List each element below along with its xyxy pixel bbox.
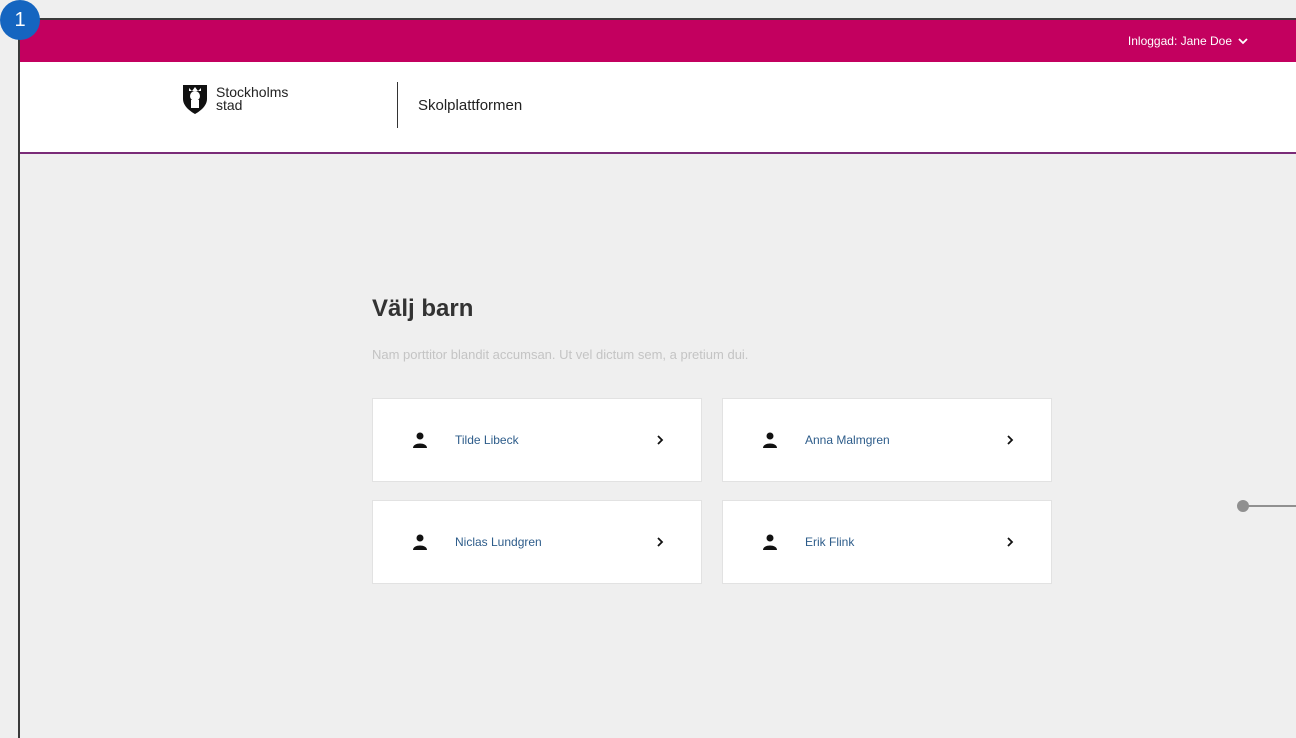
callout-line — [1246, 505, 1296, 507]
child-card[interactable]: Tilde Libeck — [372, 398, 702, 482]
logo-line-2: stad — [216, 97, 243, 113]
person-icon — [413, 534, 427, 550]
child-card[interactable]: Niclas Lundgren — [372, 500, 702, 584]
user-menu-label: Inloggad: Jane Doe — [1127, 34, 1232, 48]
child-name: Niclas Lundgren — [455, 535, 542, 549]
child-name: Erik Flink — [805, 535, 855, 549]
child-card[interactable]: Anna Malmgren — [722, 398, 1052, 482]
browser-frame: Inloggad: Jane Doe Stockholms stad Skolp… — [18, 18, 1296, 738]
chevron-right-icon — [1007, 435, 1014, 445]
site-header: Stockholms stad Skolplattformen — [20, 62, 1296, 154]
top-bar: Inloggad: Jane Doe — [20, 20, 1296, 62]
app-name: Skolplattformen — [418, 97, 523, 114]
children-grid: Tilde Libeck Anna Malmgren Niclas Lundgr… — [372, 398, 1072, 584]
annotation-badge: 1 — [0, 0, 40, 40]
page-title: Välj barn — [372, 295, 474, 322]
child-name: Anna Malmgren — [805, 433, 890, 447]
person-icon — [413, 432, 427, 448]
logo-text: Stockholms stad — [216, 85, 288, 113]
chevron-right-icon — [657, 435, 664, 445]
stockholms-stad-logo[interactable]: Stockholms stad — [180, 82, 288, 116]
child-name: Tilde Libeck — [455, 433, 519, 447]
page-subtitle: Nam porttitor blandit accumsan. Ut vel d… — [372, 347, 749, 362]
header-divider — [397, 82, 398, 128]
chevron-down-icon — [1238, 37, 1248, 44]
chevron-right-icon — [1007, 537, 1014, 547]
chevron-right-icon — [657, 537, 664, 547]
person-icon — [763, 432, 777, 448]
main-content: Välj barn Nam porttitor blandit accumsan… — [372, 295, 1072, 584]
user-menu[interactable]: Inloggad: Jane Doe — [1128, 20, 1248, 62]
child-card[interactable]: Erik Flink — [722, 500, 1052, 584]
coat-of-arms-icon — [183, 85, 207, 114]
person-icon — [763, 534, 777, 550]
